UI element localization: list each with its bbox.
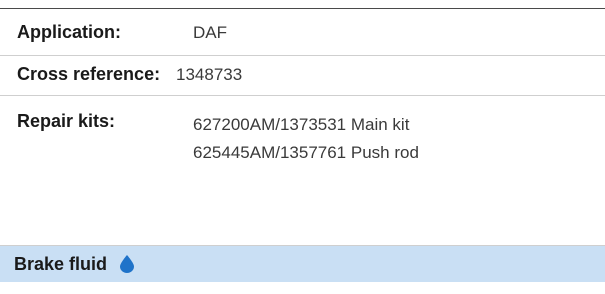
repair-kit-item: 625445AM/1357761 Push rod xyxy=(193,143,419,162)
repair-kits-label: Repair kits: xyxy=(17,111,116,131)
water-drop-icon xyxy=(119,255,135,273)
cross-reference-row: Cross reference: 1348733 xyxy=(0,56,605,96)
repair-kits-list: 627200AM/1373531 Main kit 625445AM/13577… xyxy=(193,96,419,167)
application-row: Application: DAF xyxy=(0,8,605,56)
repair-kits-row: Repair kits: 627200AM/1373531 Main kit 6… xyxy=(0,96,605,246)
brake-fluid-label: Brake fluid xyxy=(14,253,108,274)
cross-reference-value: 1348733 xyxy=(176,65,243,84)
cross-reference-label: Cross reference: xyxy=(17,64,161,84)
brake-fluid-bar: Brake fluid xyxy=(0,246,605,282)
repair-kit-item: 627200AM/1373531 Main kit xyxy=(193,115,410,134)
application-label: Application: xyxy=(17,22,121,42)
spec-table: Application: DAF Cross reference: 134873… xyxy=(0,0,605,294)
application-value: DAF xyxy=(193,23,227,42)
